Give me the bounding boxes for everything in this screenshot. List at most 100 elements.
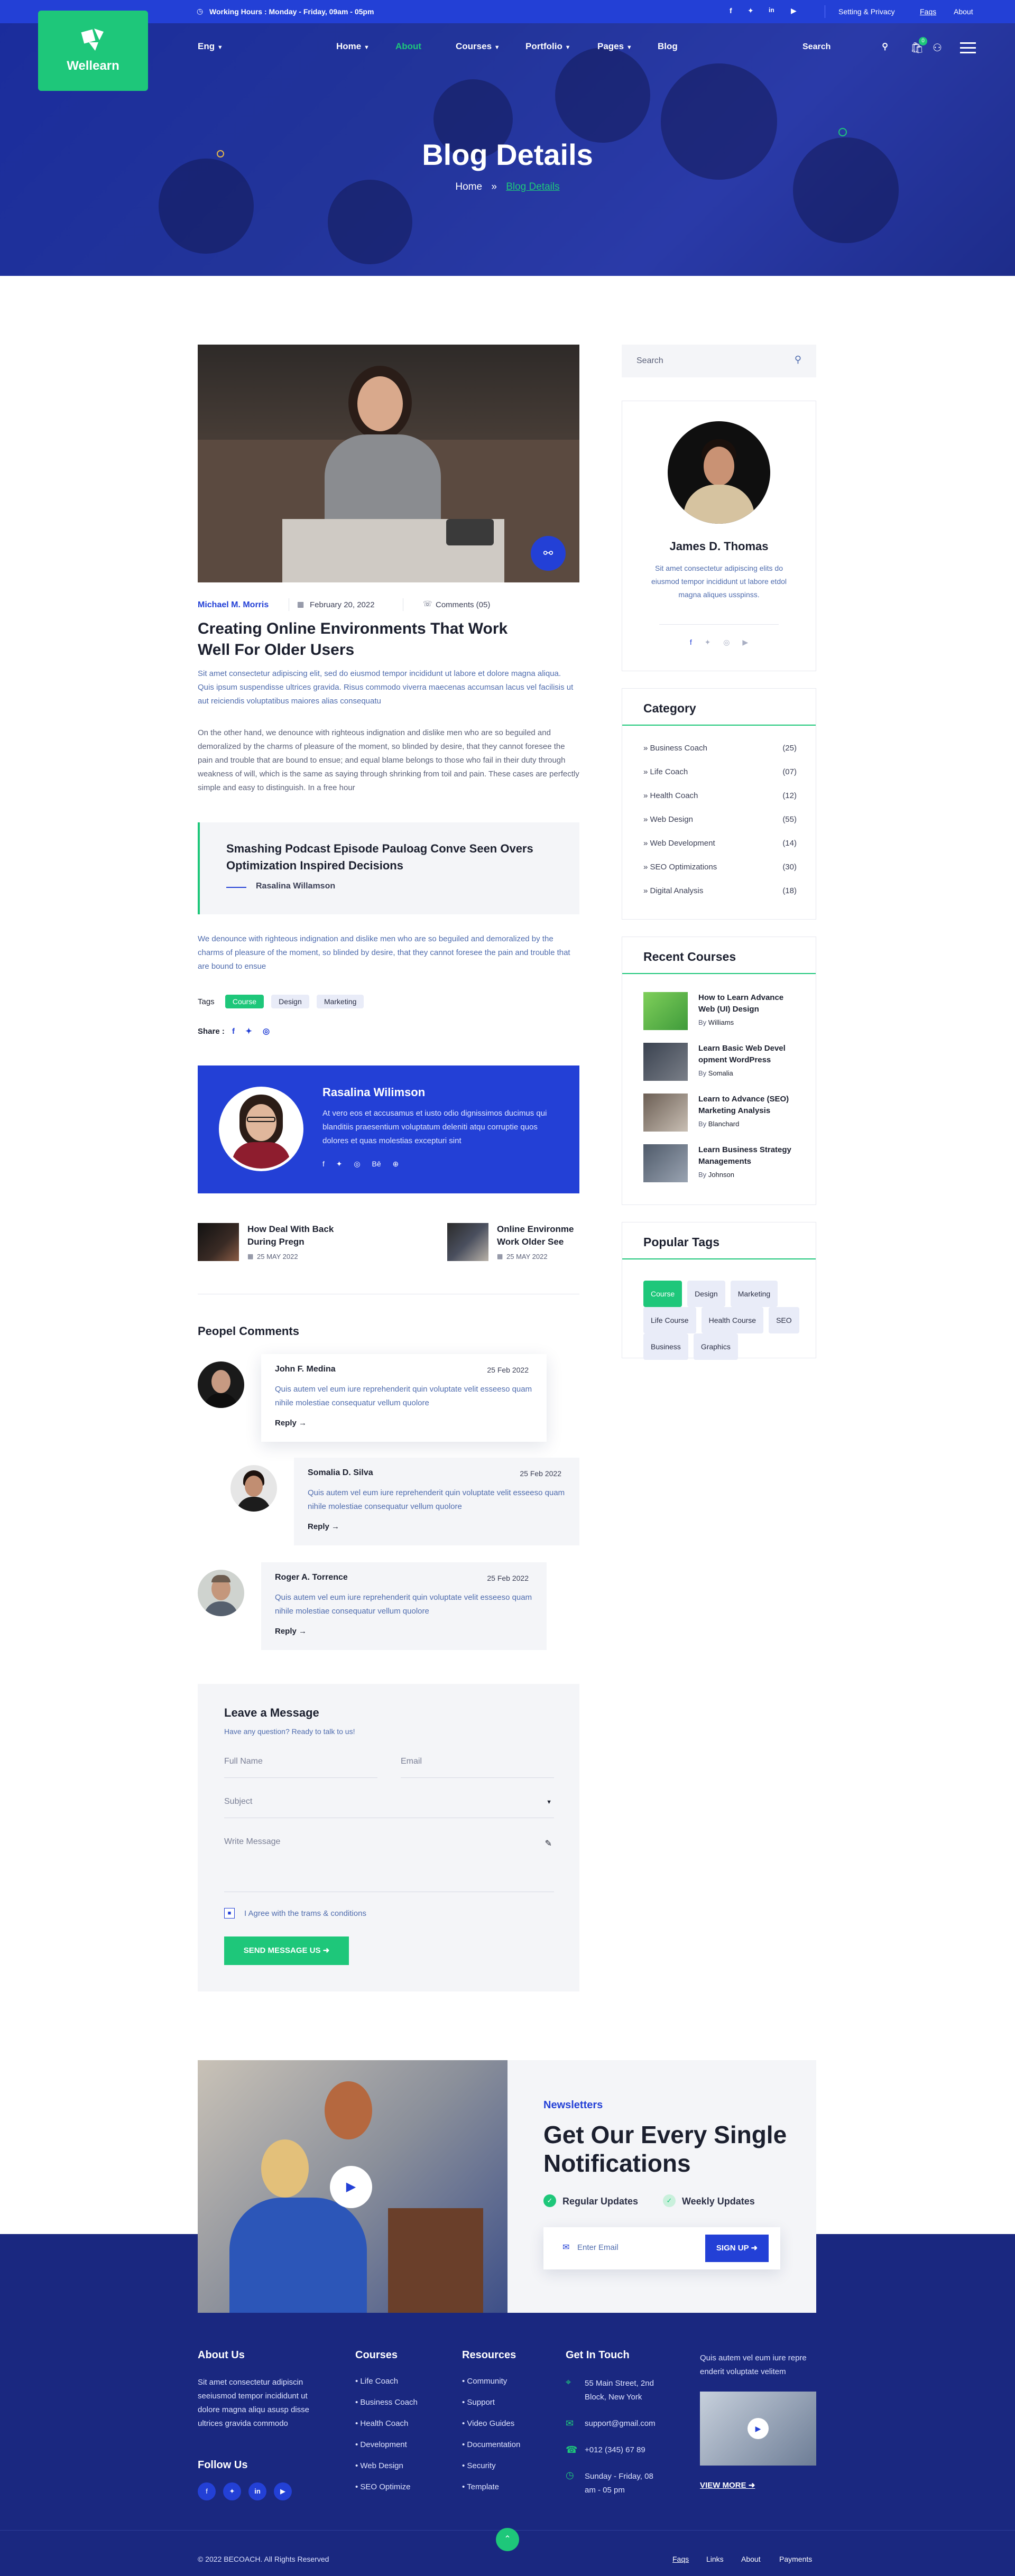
footer-resource-link[interactable]: • Support xyxy=(462,2398,495,2407)
twitter-icon[interactable]: ✦ xyxy=(336,1160,343,1168)
post-comments-count[interactable]: Comments (05) xyxy=(436,600,490,609)
course-item[interactable]: Learn Business Strategy Managements By J… xyxy=(643,1144,797,1184)
globe-icon[interactable]: ⊕ xyxy=(393,1160,399,1168)
footer-course-link[interactable]: • Web Design xyxy=(355,2461,403,2470)
newsletter-email-input[interactable]: Enter Email xyxy=(577,2243,619,2252)
category-item[interactable]: » Web Design (55) xyxy=(643,815,797,824)
tag-design[interactable]: Design xyxy=(271,995,309,1008)
category-item[interactable]: » Health Coach (12) xyxy=(643,791,797,800)
footer-course-link[interactable]: • SEO Optimize xyxy=(355,2482,410,2491)
youtube-icon[interactable]: ▶ xyxy=(791,6,797,15)
user-icon[interactable]: ⚇ xyxy=(933,41,942,54)
youtube-icon[interactable]: ▶ xyxy=(274,2482,292,2500)
youtube-icon[interactable]: ▶ xyxy=(742,638,748,646)
message-textarea[interactable]: Write Message ✎ xyxy=(224,1837,554,1892)
footer-bottom-link[interactable]: Payments xyxy=(779,2555,812,2563)
prev-post-thumb xyxy=(198,1223,239,1261)
footer-resource-link[interactable]: • Community xyxy=(462,2377,507,2386)
reply-button[interactable]: Reply → xyxy=(275,1627,307,1636)
sidebar-search[interactable]: Search ⚲ xyxy=(622,345,816,377)
subject-select[interactable]: Subject ▼ xyxy=(224,1797,554,1818)
course-item[interactable]: Learn Basic Web Devel opment WordPress B… xyxy=(643,1043,797,1083)
footer-resource-link[interactable]: • Video Guides xyxy=(462,2419,514,2428)
twitter-icon[interactable]: ✦ xyxy=(705,638,711,646)
reply-button[interactable]: Reply → xyxy=(308,1522,339,1531)
tag-marketing[interactable]: Marketing xyxy=(316,995,364,1008)
full-name-input[interactable]: Full Name xyxy=(224,1757,377,1778)
course-item[interactable]: Learn to Advance (SEO) Marketing Analysi… xyxy=(643,1094,797,1134)
instagram-icon[interactable]: ◎ xyxy=(354,1160,360,1168)
nav-home[interactable]: Home ▼ xyxy=(336,41,370,52)
reply-button[interactable]: Reply → xyxy=(275,1419,307,1428)
instagram-icon[interactable]: ◎ xyxy=(263,1027,270,1036)
send-message-button[interactable]: SEND MESSAGE US ➜ xyxy=(224,1936,349,1965)
category-item[interactable]: » Life Coach (07) xyxy=(643,767,797,776)
breadcrumb-home[interactable]: Home xyxy=(455,181,482,192)
tag-item[interactable]: Life Course xyxy=(643,1307,696,1333)
nav-portfolio[interactable]: Portfolio ▼ xyxy=(525,41,571,52)
tag-item[interactable]: Business xyxy=(643,1333,688,1360)
nav-about[interactable]: About xyxy=(395,41,421,52)
footer-resource-link[interactable]: • Security xyxy=(462,2461,496,2470)
footer-course-link[interactable]: • Life Coach xyxy=(355,2377,398,2386)
facebook-icon[interactable]: f xyxy=(730,6,732,15)
tag-item[interactable]: Health Course xyxy=(701,1307,764,1333)
tag-course[interactable]: Course xyxy=(225,995,264,1008)
nav-pages[interactable]: Pages ▼ xyxy=(597,41,632,52)
footer-bottom-link[interactable]: About xyxy=(741,2555,761,2563)
view-more-link[interactable]: VIEW MORE ➜ xyxy=(700,2480,755,2490)
footer-course-link[interactable]: • Development xyxy=(355,2440,407,2449)
footer-phone[interactable]: +012 (345) 67 89 xyxy=(585,2445,645,2454)
share-button[interactable]: ⚯ xyxy=(531,536,566,571)
agree-checkbox[interactable]: ■ xyxy=(224,1908,235,1919)
footer-resource-link[interactable]: • Template xyxy=(462,2482,499,2491)
nav-courses[interactable]: Courses ▼ xyxy=(456,41,500,52)
instagram-icon[interactable]: ◎ xyxy=(723,638,730,646)
prev-post[interactable]: How Deal With Back During Pregn ▦ 25 MAY… xyxy=(198,1223,377,1261)
behance-icon[interactable]: Bē xyxy=(372,1160,381,1168)
twitter-icon[interactable]: ✦ xyxy=(245,1027,252,1036)
tag-item[interactable]: Course xyxy=(643,1281,682,1307)
lang-select[interactable]: Eng ▼ xyxy=(198,41,223,52)
footer-email[interactable]: support@gmail.com xyxy=(585,2419,656,2428)
tag-item[interactable]: SEO xyxy=(769,1307,799,1333)
footer-course-link[interactable]: • Business Coach xyxy=(355,2398,418,2407)
topbar-link-privacy[interactable]: Setting & Privacy xyxy=(838,7,895,16)
nav-blog[interactable]: Blog xyxy=(658,41,678,52)
linkedin-icon[interactable]: in xyxy=(248,2482,266,2500)
category-item[interactable]: » SEO Optimizations (30) xyxy=(643,863,797,872)
category-item[interactable]: » Web Development (14) xyxy=(643,839,797,848)
tag-item[interactable]: Design xyxy=(687,1281,725,1307)
play-icon: ▶ xyxy=(346,2180,356,2194)
post-author[interactable]: Michael M. Morris xyxy=(198,600,269,610)
site-logo[interactable]: Wellearn xyxy=(38,11,148,91)
course-item[interactable]: How to Learn Advance Web (UI) Design By … xyxy=(643,992,797,1032)
facebook-icon[interactable]: f xyxy=(690,638,692,646)
profile-bio: Sit amet consectetur adipiscing elits do… xyxy=(651,564,787,599)
facebook-icon[interactable]: f xyxy=(198,2482,216,2500)
scroll-top-button[interactable]: ⌃ xyxy=(496,2528,519,2551)
footer-bottom-link[interactable]: Links xyxy=(706,2555,724,2563)
tag-item[interactable]: Graphics xyxy=(693,1333,738,1360)
facebook-icon[interactable]: f xyxy=(322,1160,325,1168)
twitter-icon[interactable]: ✦ xyxy=(223,2482,241,2500)
facebook-icon[interactable]: f xyxy=(232,1027,235,1036)
sign-up-button[interactable]: SIGN UP ➜ xyxy=(705,2235,769,2262)
recent-courses-title: Recent Courses xyxy=(643,950,736,963)
menu-icon[interactable] xyxy=(960,42,976,53)
category-item[interactable]: » Business Coach (25) xyxy=(643,744,797,753)
play-button[interactable]: ▶ xyxy=(330,2166,372,2208)
footer-resource-link[interactable]: • Documentation xyxy=(462,2440,520,2449)
footer-bottom-link[interactable]: Faqs xyxy=(672,2555,689,2563)
footer-video-thumb[interactable]: ▶ xyxy=(700,2392,816,2466)
category-item[interactable]: » Digital Analysis (18) xyxy=(643,886,797,895)
tag-item[interactable]: Marketing xyxy=(730,1281,778,1307)
next-post[interactable]: Online Environme Work Older See ▦ 25 MAY… xyxy=(447,1223,579,1261)
footer-course-link[interactable]: • Health Coach xyxy=(355,2419,408,2428)
topbar-link-about[interactable]: About xyxy=(954,7,973,16)
email-input[interactable]: Email xyxy=(401,1757,554,1778)
topbar-link-faqs[interactable]: Faqs xyxy=(920,7,936,16)
twitter-icon[interactable]: ✦ xyxy=(748,6,754,15)
header-search[interactable]: Search ⚲ xyxy=(795,37,896,57)
linkedin-icon[interactable]: in xyxy=(769,6,774,14)
